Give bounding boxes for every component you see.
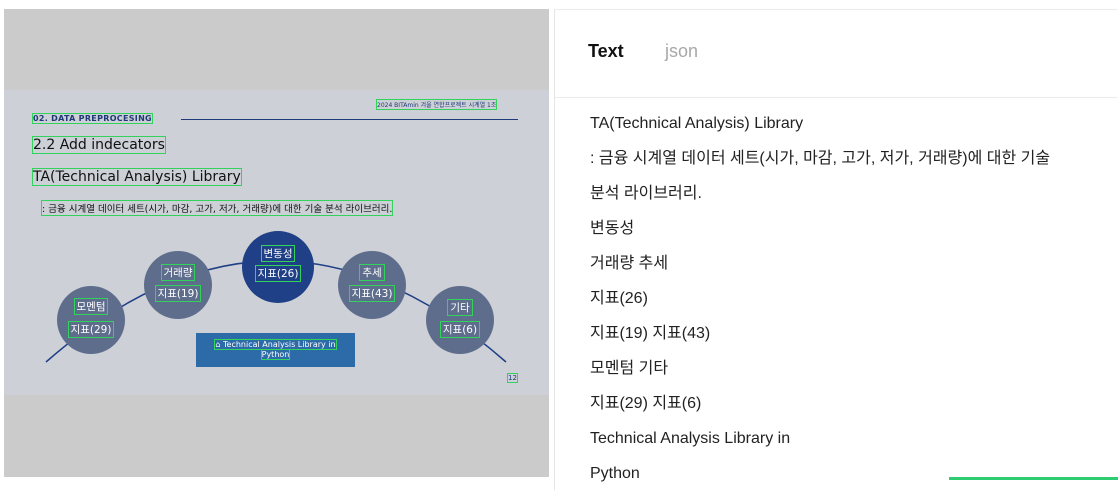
callout-line-2: Python (260, 349, 291, 360)
callout-text: Technical Analysis Library in (223, 340, 336, 349)
ocr-text-line: Technical Analysis Library in (590, 430, 791, 447)
ocr-text-line: 분석 라이브러리. (590, 185, 702, 202)
slide-meta-text: 2024 BITAmin 겨울 연합프로젝트 시계열 1조 (375, 99, 498, 110)
ocr-text-line: 지표(19) 지표(43) (590, 325, 711, 342)
tab-json[interactable]: json (665, 41, 698, 62)
circle-label: 추세 (359, 264, 385, 281)
circle-other: 기타 지표(6) (426, 286, 494, 354)
ocr-text-line: 지표(26) (590, 290, 648, 307)
result-tabs: Text json (555, 10, 1118, 98)
circle-momentum: 모멘텀 지표(29) (57, 286, 125, 354)
header-divider (181, 119, 518, 120)
circle-trend: 추세 지표(43) (338, 251, 406, 319)
ocr-result-panel: Text json TA(Technical Analysis) Library… (554, 9, 1118, 490)
ocr-text-list: TA(Technical Analysis) Library : 금융 시계열 데… (590, 106, 1050, 491)
tab-text[interactable]: Text (588, 41, 624, 62)
slide-subtitle: TA(Technical Analysis) Library (32, 168, 242, 186)
ocr-text-line: 지표(29) 지표(6) (590, 395, 702, 412)
slide-description: : 금융 시계열 데이터 세트(시가, 마감, 고가, 저가, 거래량)에 대한… (40, 200, 394, 216)
image-preview-pane: 02. DATA PREPROCESING 2024 BITAmin 겨울 연합… (4, 9, 549, 477)
slide-title: 2.2 Add indecators (32, 136, 166, 154)
ocr-text-line: 거래량 추세 (590, 255, 669, 272)
home-icon: ⌂ (215, 340, 224, 349)
slide-image: 02. DATA PREPROCESING 2024 BITAmin 겨울 연합… (4, 90, 549, 395)
circle-volatility: 변동성 지표(26) (242, 231, 314, 303)
ocr-text-line: Python (590, 465, 640, 482)
circle-label: 변동성 (260, 245, 296, 262)
circle-label: 기타 (447, 299, 473, 316)
circle-count: 지표(26) (254, 265, 302, 282)
circle-count: 지표(19) (154, 285, 202, 302)
ocr-text-line: TA(Technical Analysis) Library (590, 115, 804, 132)
circle-count: 지표(29) (67, 321, 115, 338)
ocr-text-line: : 금융 시계열 데이터 세트(시가, 마감, 고가, 저가, 거래량)에 대한… (590, 150, 1051, 167)
circle-label: 거래량 (160, 264, 196, 281)
ocr-text-line: 모멘텀 기타 (590, 360, 669, 377)
slide-page-number: 12 (507, 373, 518, 383)
circle-count: 지표(6) (439, 321, 481, 338)
circle-volume: 거래량 지표(19) (144, 251, 212, 319)
slide-section-header: 02. DATA PREPROCESING (32, 113, 153, 124)
library-callout: ⌂ Technical Analysis Library in Python (196, 333, 355, 367)
ocr-text-line: 변동성 (590, 220, 635, 237)
circle-label: 모멘텀 (73, 298, 109, 315)
callout-line-1: ⌂ Technical Analysis Library in (214, 339, 337, 350)
circle-count: 지표(43) (348, 285, 396, 302)
